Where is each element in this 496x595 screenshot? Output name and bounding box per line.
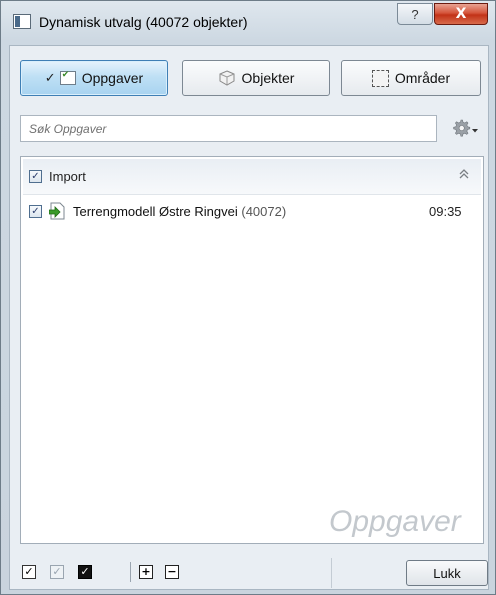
group-checkbox[interactable]: ✓ — [29, 170, 42, 183]
area-selection-icon — [371, 69, 389, 87]
dialog-window: Dynamisk utvalg (40072 objekter) ? X ✓ O… — [0, 0, 496, 595]
tab-oppgaver[interactable]: ✓ Oppgaver — [20, 60, 168, 96]
list-item[interactable]: ✓ Terrengmodell Østre Ringvei (40072) 09… — [23, 197, 481, 227]
tab-omrader-label: Områder — [394, 70, 451, 86]
tab-omrader[interactable]: Områder — [341, 60, 481, 96]
search-input[interactable] — [21, 116, 436, 141]
window-title: Dynamisk utvalg (40072 objekter) — [39, 14, 248, 30]
task-list-icon — [59, 70, 76, 85]
collapse-all-button[interactable]: − — [165, 565, 179, 579]
toolbar-separator — [130, 562, 131, 582]
row-checkbox[interactable]: ✓ — [29, 205, 42, 218]
tab-objekter-label: Objekter — [241, 70, 295, 86]
expand-all-button[interactable]: + — [139, 565, 153, 579]
close-button[interactable]: Lukk — [406, 560, 488, 586]
tab-oppgaver-label: Oppgaver — [81, 70, 144, 86]
check-all-button[interactable]: ✓ — [22, 565, 36, 579]
bottom-toolbar: ✓ ✓ ✓ + − Lukk — [20, 558, 488, 588]
search-box[interactable] — [20, 115, 437, 142]
group-label: Import — [49, 169, 86, 184]
row-name: Terrengmodell Østre Ringvei (40072) — [73, 204, 286, 219]
help-button[interactable]: ? — [397, 3, 433, 25]
group-header-import[interactable]: ✓ Import — [23, 159, 481, 195]
dropdown-arrow-icon — [471, 122, 479, 137]
active-check-icon: ✓ — [44, 70, 56, 86]
check-inverse-button[interactable]: ✓ — [78, 565, 92, 579]
close-window-button[interactable]: X — [434, 3, 488, 25]
panel-watermark: Oppgaver — [329, 505, 461, 538]
close-icon: X — [455, 6, 467, 22]
app-window-icon — [13, 14, 31, 29]
row-time: 09:35 — [429, 204, 462, 219]
row-title: Terrengmodell Østre Ringvei — [73, 204, 238, 219]
import-arrow-icon — [48, 202, 65, 220]
row-count: (40072) — [241, 204, 287, 219]
title-bar[interactable]: Dynamisk utvalg (40072 objekter) ? X — [1, 1, 495, 45]
check-partial-button[interactable]: ✓ — [50, 565, 64, 579]
gear-icon — [451, 118, 471, 141]
dialog-content: ✓ Oppgaver Objekter Områder — [9, 45, 489, 590]
chevron-double-up-icon[interactable] — [459, 168, 469, 183]
task-list-panel: ✓ Import ✓ Terrengmodell Østre Ringvei (… — [20, 156, 484, 544]
tab-objekter[interactable]: Objekter — [182, 60, 330, 96]
settings-menu-button[interactable] — [451, 118, 483, 140]
cube-icon — [218, 70, 236, 86]
toolbar-divider — [331, 558, 332, 588]
